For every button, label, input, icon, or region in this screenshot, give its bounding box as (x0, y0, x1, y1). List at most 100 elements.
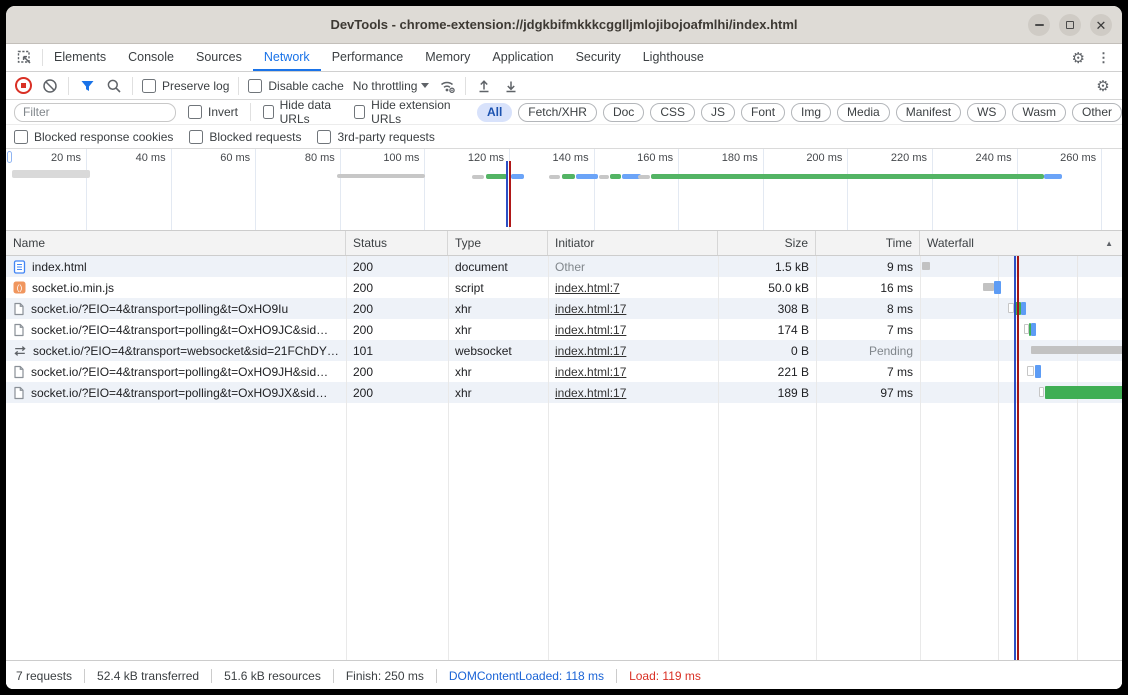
export-har-button[interactable] (502, 77, 520, 95)
initiator-link[interactable]: index.html:17 (555, 365, 626, 379)
network-request-row[interactable]: socket.io/?EIO=4&transport=polling&t=OxH… (6, 319, 1122, 340)
filter-chip-js[interactable]: JS (701, 103, 735, 122)
tab-lighthouse[interactable]: Lighthouse (632, 44, 715, 71)
initiator-link[interactable]: index.html:17 (555, 386, 626, 400)
file-icon (13, 323, 25, 337)
request-name-cell[interactable]: socket.io/?EIO=4&transport=polling&t=OxH… (6, 319, 346, 340)
import-har-button[interactable] (475, 77, 493, 95)
waterfall-bar-gray (922, 262, 930, 270)
network-settings-button[interactable]: ⚙ (1094, 77, 1112, 95)
search-button[interactable] (105, 77, 123, 95)
tab-sources[interactable]: Sources (185, 44, 253, 71)
close-icon: ✕ (1096, 19, 1107, 32)
request-waterfall-cell[interactable] (920, 277, 1122, 298)
record-button[interactable] (14, 77, 32, 95)
requests-table-body: index.html200documentOther1.5 kB9 ms()so… (6, 256, 1122, 660)
request-time-cell: 7 ms (816, 361, 920, 382)
request-waterfall-cell[interactable] (920, 361, 1122, 382)
devtools-settings-gear-icon[interactable]: ⚙ (1072, 49, 1085, 67)
network-request-row[interactable]: ()socket.io.min.js200scriptindex.html:75… (6, 277, 1122, 298)
throttling-select[interactable]: No throttling (353, 79, 430, 93)
filter-chip-img[interactable]: Img (791, 103, 831, 122)
tab-console[interactable]: Console (117, 44, 185, 71)
tab-memory[interactable]: Memory (414, 44, 481, 71)
disable-cache-checkbox[interactable]: Disable cache (248, 79, 343, 93)
blocked-response-cookies-label: Blocked response cookies (34, 130, 173, 144)
column-header-time[interactable]: Time (816, 231, 920, 255)
request-name-cell[interactable]: socket.io/?EIO=4&transport=polling&t=OxH… (6, 361, 346, 382)
sort-arrow-icon[interactable]: ▲ (1105, 239, 1113, 248)
filter-chip-ws[interactable]: WS (967, 103, 1006, 122)
filter-chip-font[interactable]: Font (741, 103, 785, 122)
network-request-row[interactable]: socket.io/?EIO=4&transport=polling&t=OxH… (6, 361, 1122, 382)
invert-checkbox[interactable]: Invert (188, 105, 238, 119)
column-header-initiator[interactable]: Initiator (548, 231, 718, 255)
column-header-waterfall[interactable]: Waterfall (920, 231, 1122, 255)
filter-chip-css[interactable]: CSS (650, 103, 695, 122)
network-request-row[interactable]: socket.io/?EIO=4&transport=polling&t=OxH… (6, 298, 1122, 319)
filter-button[interactable] (78, 77, 96, 95)
hide-data-urls-checkbox[interactable]: Hide data URLs (263, 98, 342, 126)
network-request-row[interactable]: index.html200documentOther1.5 kB9 ms (6, 256, 1122, 277)
maximize-button[interactable] (1059, 14, 1081, 36)
hide-extension-urls-checkbox[interactable]: Hide extension URLs (354, 98, 455, 126)
request-initiator-cell: index.html:17 (548, 361, 718, 382)
filter-chip-fetch-xhr[interactable]: Fetch/XHR (518, 103, 597, 122)
request-status-cell: 200 (346, 256, 448, 277)
request-name-cell[interactable]: index.html (6, 256, 346, 277)
column-header-type[interactable]: Type (448, 231, 548, 255)
filter-chip-doc[interactable]: Doc (603, 103, 644, 122)
network-request-row[interactable]: socket.io/?EIO=4&transport=polling&t=OxH… (6, 382, 1122, 403)
request-waterfall-cell[interactable] (920, 319, 1122, 340)
initiator-link[interactable]: index.html:17 (555, 323, 626, 337)
request-waterfall-cell[interactable] (920, 298, 1122, 319)
initiator-link[interactable]: index.html:7 (555, 281, 620, 295)
request-waterfall-cell[interactable] (920, 256, 1122, 277)
minimize-icon (1035, 24, 1044, 26)
network-overview-timeline[interactable]: 20 ms40 ms60 ms80 ms100 ms120 ms140 ms16… (6, 149, 1122, 231)
more-options-icon[interactable]: ⋮ (1097, 50, 1110, 66)
initiator-link[interactable]: index.html:17 (555, 344, 626, 358)
tab-performance[interactable]: Performance (321, 44, 415, 71)
column-header-name[interactable]: Name (6, 231, 346, 255)
overview-gridline (763, 149, 764, 230)
initiator-text: Other (555, 260, 585, 274)
tab-network[interactable]: Network (253, 44, 321, 71)
divider (132, 77, 133, 95)
request-name-cell[interactable]: socket.io/?EIO=4&transport=polling&t=OxH… (6, 298, 346, 319)
request-type-cell: xhr (448, 382, 548, 403)
request-size-cell: 174 B (718, 319, 816, 340)
overview-gridline (932, 149, 933, 230)
clear-network-log-button[interactable] (41, 77, 59, 95)
filter-chip-all[interactable]: All (477, 103, 512, 122)
minimize-button[interactable] (1028, 14, 1050, 36)
filter-chip-media[interactable]: Media (837, 103, 890, 122)
column-header-size[interactable]: Size (718, 231, 816, 255)
request-waterfall-cell[interactable] (920, 382, 1122, 403)
preserve-log-checkbox[interactable]: Preserve log (142, 79, 229, 93)
waterfall-bar-gray (1031, 346, 1122, 354)
column-header-status[interactable]: Status (346, 231, 448, 255)
blocked-response-cookies-checkbox[interactable]: Blocked response cookies (14, 130, 173, 144)
request-name-cell[interactable]: socket.io/?EIO=4&transport=polling&t=OxH… (6, 382, 346, 403)
request-name-cell[interactable]: socket.io/?EIO=4&transport=websocket&sid… (6, 340, 346, 361)
third-party-requests-checkbox[interactable]: 3rd-party requests (317, 130, 434, 144)
inspect-element-button[interactable] (6, 44, 42, 71)
network-request-row[interactable]: socket.io/?EIO=4&transport=websocket&sid… (6, 340, 1122, 361)
filter-chip-manifest[interactable]: Manifest (896, 103, 961, 122)
filter-chip-other[interactable]: Other (1072, 103, 1122, 122)
tab-application[interactable]: Application (481, 44, 564, 71)
filter-input[interactable] (14, 103, 176, 122)
close-button[interactable]: ✕ (1090, 14, 1112, 36)
tab-security[interactable]: Security (565, 44, 632, 71)
initiator-link[interactable]: index.html:17 (555, 302, 626, 316)
request-waterfall-cell[interactable] (920, 340, 1122, 361)
overview-left-handle[interactable] (7, 151, 12, 163)
window-titlebar[interactable]: DevTools - chrome-extension://jdgkbifmkk… (6, 6, 1122, 44)
request-name-cell[interactable]: ()socket.io.min.js (6, 277, 346, 298)
network-conditions-button[interactable] (438, 77, 456, 95)
tab-elements[interactable]: Elements (43, 44, 117, 71)
filter-chip-wasm[interactable]: Wasm (1012, 103, 1066, 122)
blocked-requests-checkbox[interactable]: Blocked requests (189, 130, 301, 144)
chevron-down-icon (421, 83, 429, 88)
